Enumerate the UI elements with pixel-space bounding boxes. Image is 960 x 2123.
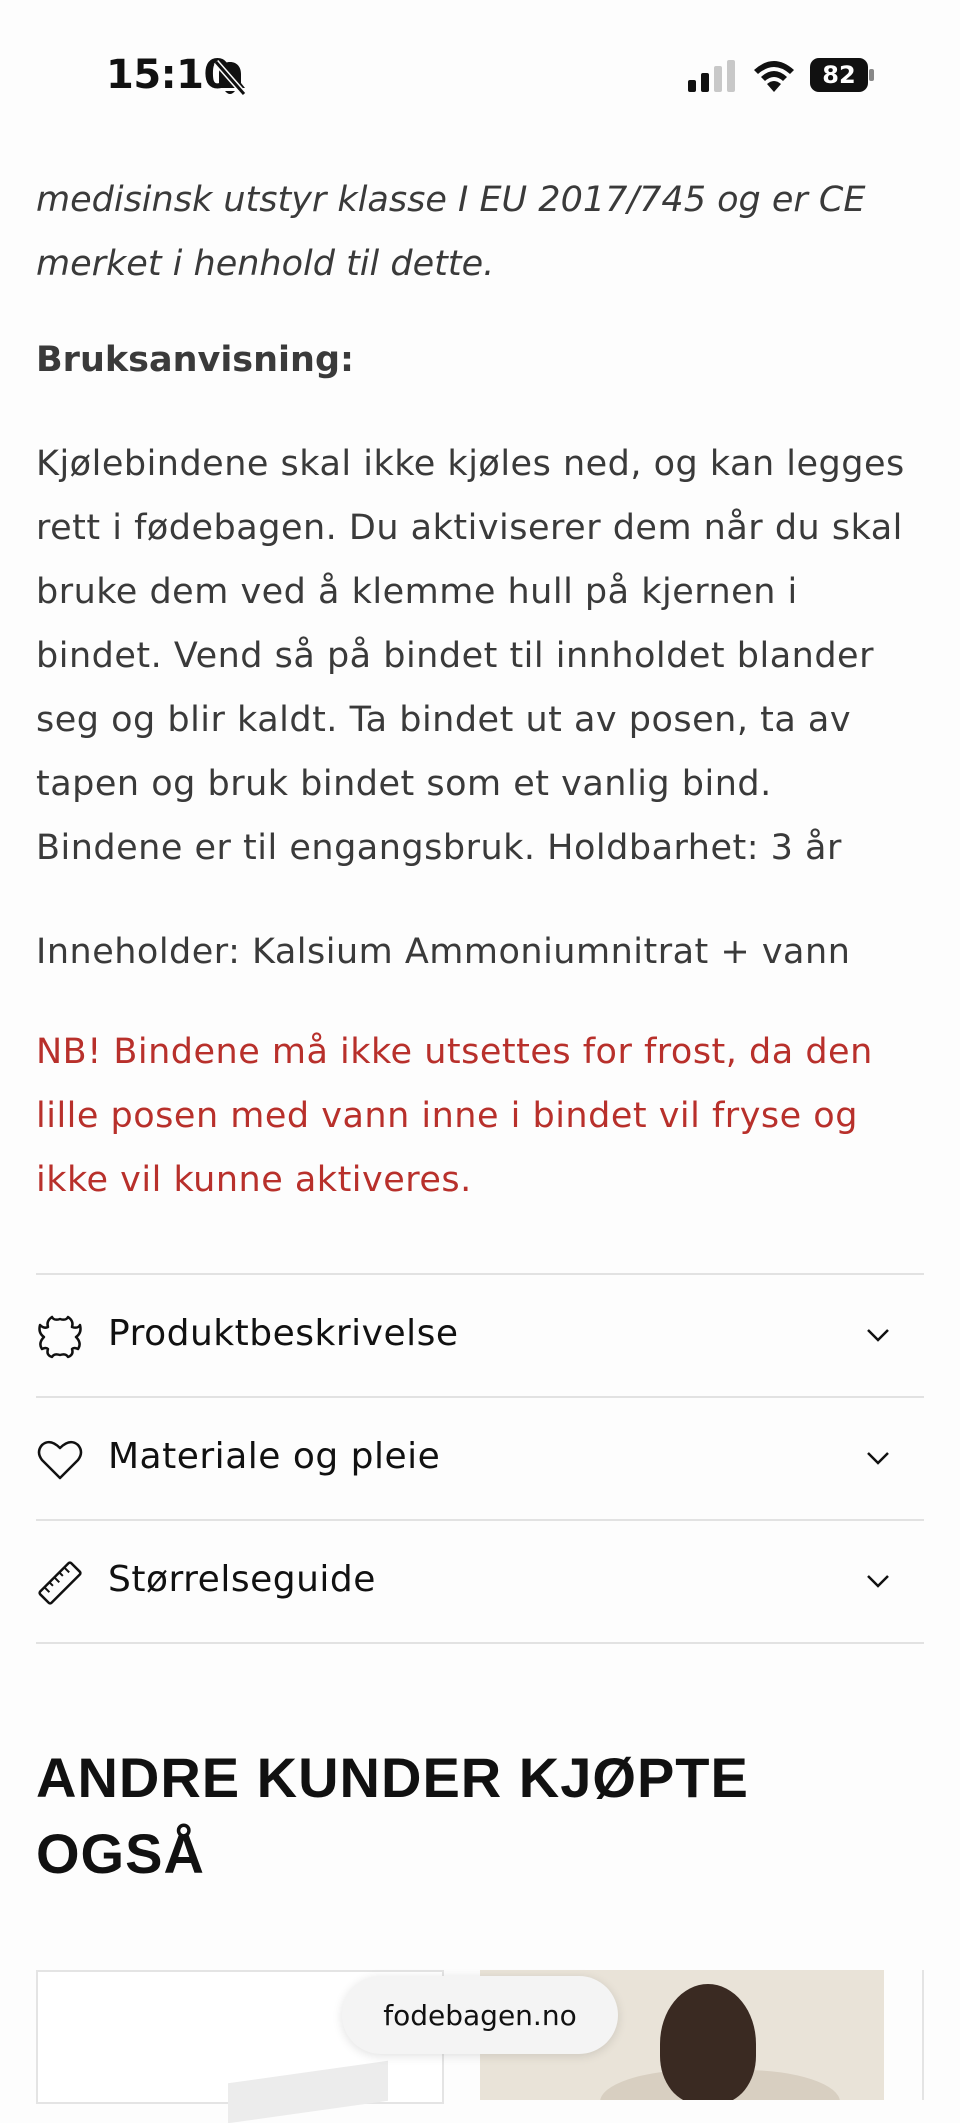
product-accordion: Produktbeskrivelse Materiale og pleie St…	[36, 1273, 924, 1644]
product-card[interactable]	[922, 1970, 960, 2100]
accordion-material-care[interactable]: Materiale og pleie	[36, 1396, 924, 1519]
frost-warning: NB! Bindene må ikke utsettes for frost, …	[36, 1032, 873, 1200]
ce-marking-line-1: medisinsk utstyr klasse I EU 2017/745 og…	[36, 180, 866, 220]
chevron-down-icon	[866, 1327, 890, 1343]
contents-text: Inneholder: Kalsium Ammoniumnitrat + van…	[36, 932, 851, 972]
ruler-icon	[36, 1559, 84, 1607]
address-bar[interactable]: fodebagen.no	[342, 1976, 618, 2054]
product-image	[228, 2060, 388, 2123]
usage-heading: Bruksanvisning:	[36, 340, 355, 380]
battery-icon: 82	[810, 58, 874, 92]
accordion-label-material-care: Materiale og pleie	[108, 1436, 441, 1477]
cellular-signal-icon	[688, 60, 736, 96]
chevron-down-icon	[866, 1450, 890, 1466]
chevron-down-icon	[866, 1573, 890, 1589]
heart-icon	[36, 1436, 84, 1484]
bell-slash-icon	[212, 58, 248, 102]
accordion-label-size-guide: Størrelseguide	[108, 1559, 376, 1600]
ce-marking-line-2: merket i henhold til dette.	[36, 244, 495, 284]
leather-icon	[36, 1313, 84, 1361]
battery-level: 82	[810, 58, 868, 92]
wifi-icon	[752, 58, 796, 96]
accordion-size-guide[interactable]: Størrelseguide	[36, 1519, 924, 1644]
accordion-product-description[interactable]: Produktbeskrivelse	[36, 1273, 924, 1396]
related-products-title: ANDRE KUNDER KJØPTE OGSÅ	[36, 1746, 749, 1885]
ce-marking-text: medisinsk utstyr klasse I EU 2017/745 og…	[36, 168, 916, 296]
product-image-person	[660, 1984, 756, 2100]
usage-instructions: Kjølebindene skal ikke kjøles ned, og ka…	[36, 444, 905, 868]
accordion-label-product-description: Produktbeskrivelse	[108, 1313, 459, 1354]
status-bar: 15:10 82	[0, 0, 960, 140]
